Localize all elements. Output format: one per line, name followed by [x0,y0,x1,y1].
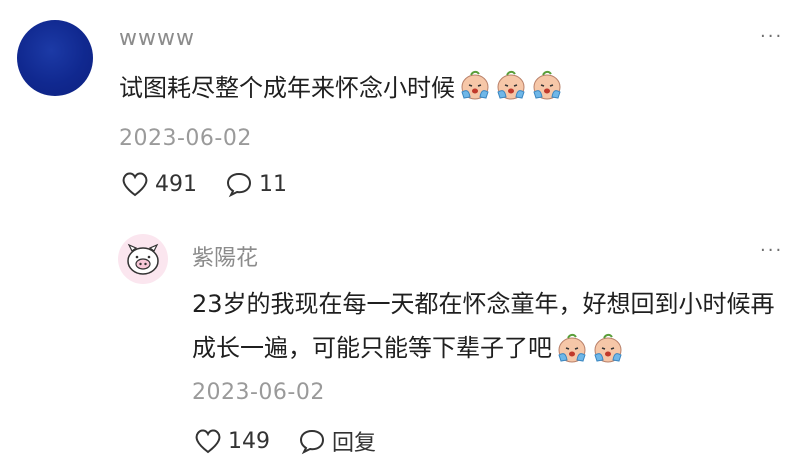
reply-actions: 149 回复 [194,425,404,457]
like-button[interactable]: 491 [121,171,197,197]
heart-icon [195,429,221,454]
reply-username[interactable]: 紫陽花 [192,240,258,272]
like-count: 491 [155,171,197,197]
avatar[interactable] [17,20,93,96]
like-button[interactable]: 149 [194,428,270,454]
crying-face-emoji [533,70,561,99]
reply-avatar[interactable] [118,234,168,284]
crying-face-emoji [558,333,586,363]
comment-text: 试图耗尽整个成年来怀念小时候 [119,68,563,103]
reply-date: 2023-06-02 [192,380,325,405]
username[interactable]: wwww [119,26,195,51]
comment-actions: 491 11 [121,170,315,198]
comment-date: 2023-06-02 [119,126,252,151]
crying-face-emoji [461,70,489,99]
like-count: 149 [228,428,270,454]
comment-bubble-icon [299,429,325,455]
comment-text-body: 试图耗尽整个成年来怀念小时候 [119,74,455,102]
reply-label: 回复 [332,431,377,456]
reply-count: 11 [259,171,287,197]
emoji-group [455,70,563,102]
more-options-icon[interactable]: ··· [760,26,783,47]
crying-face-emoji [594,333,622,363]
more-options-icon[interactable]: ··· [760,240,783,261]
reply-button[interactable]: 11 [225,170,287,198]
crying-face-emoji [497,70,525,99]
emoji-group [552,333,624,363]
pig-face-icon [127,243,159,275]
reply-text-body: 23岁的我现在每一天都在怀念童年，好想回到小时候再成长一遍，可能只能等下辈子了吧 [192,290,775,362]
comment-bubble-icon [226,172,252,198]
heart-icon [122,172,148,197]
reply-button[interactable]: 回复 [298,425,376,457]
reply-text: 23岁的我现在每一天都在怀念童年，好想回到小时候再成长一遍，可能只能等下辈子了吧 [192,282,782,370]
